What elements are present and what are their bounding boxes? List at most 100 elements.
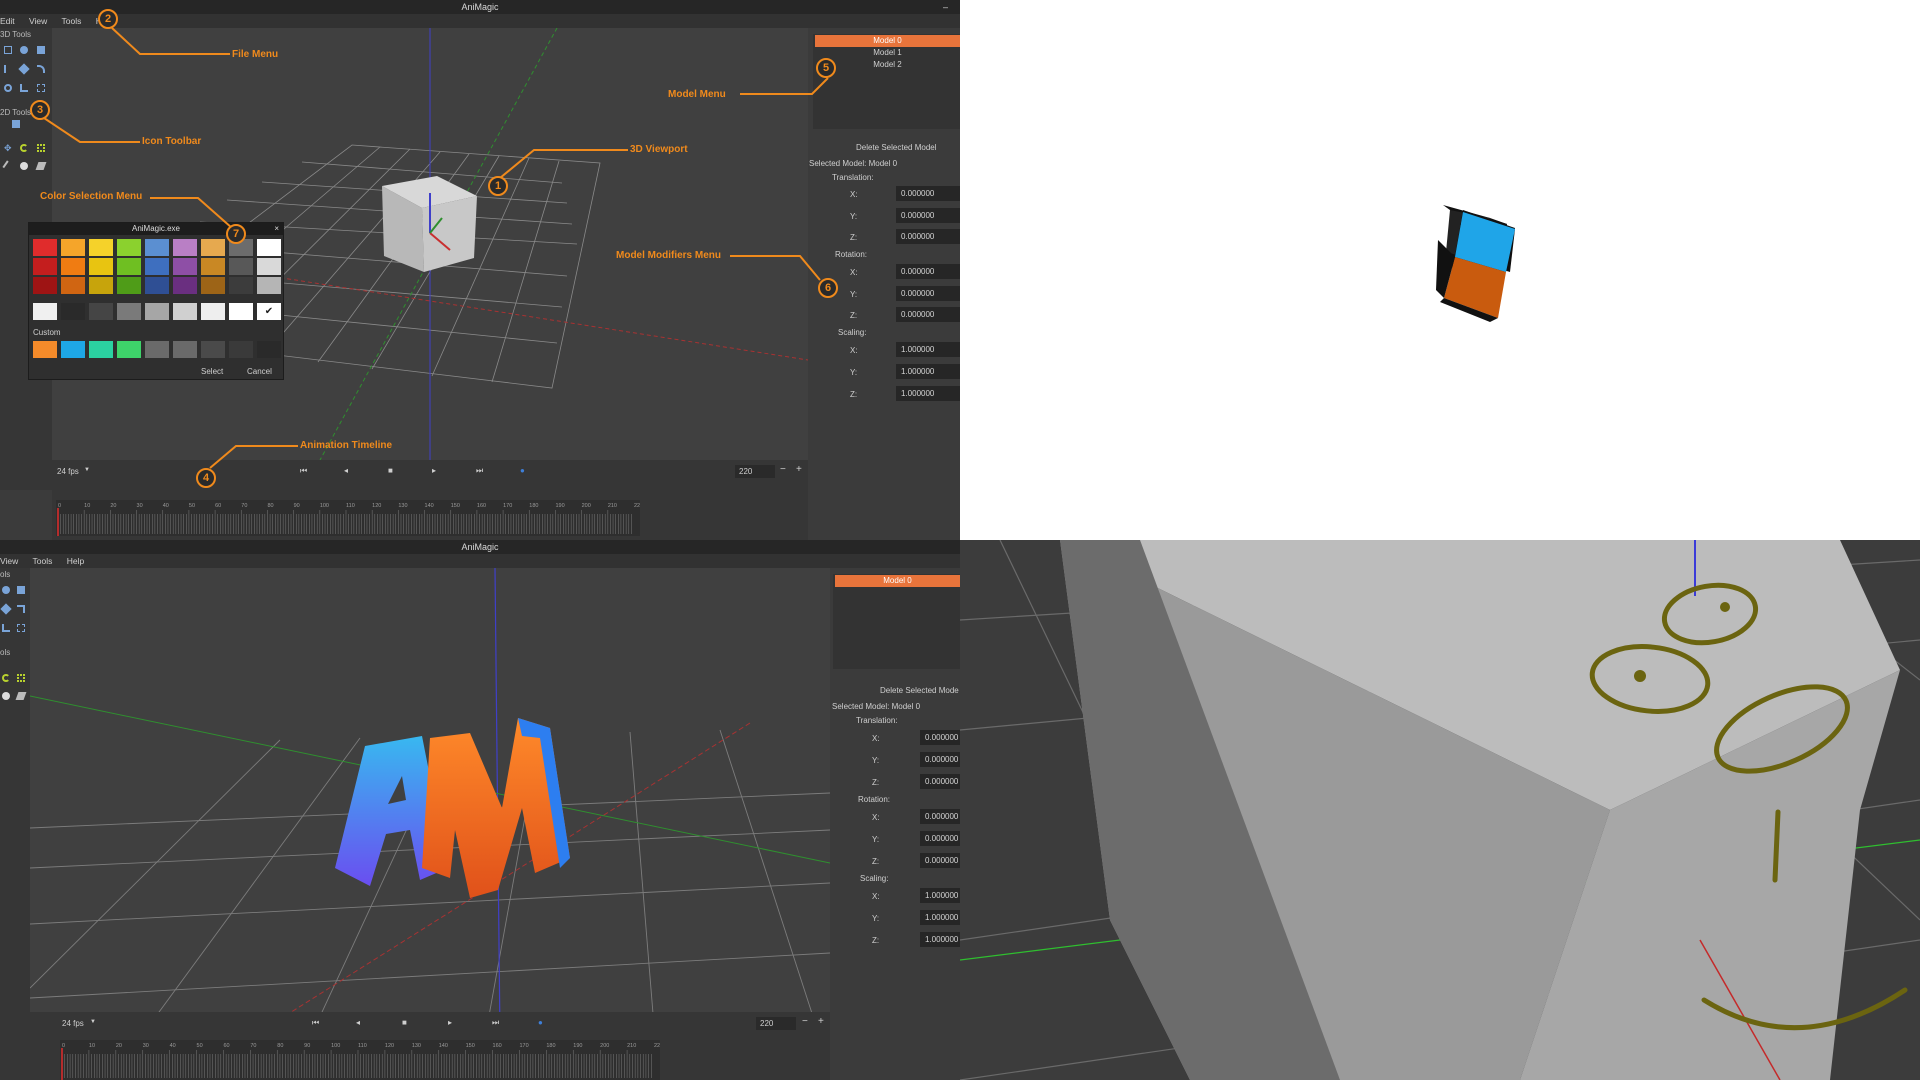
custom-swatch[interactable] <box>89 341 113 358</box>
color-swatch[interactable] <box>173 277 197 294</box>
menu-view[interactable]: View <box>29 16 47 26</box>
frame-minus-button-2[interactable]: − <box>802 1016 808 1027</box>
color-swatch[interactable] <box>89 258 113 275</box>
translation-z-field-2[interactable]: 0.000000 <box>920 774 960 789</box>
fps-chevron-icon-2[interactable]: ▼ <box>90 1019 96 1025</box>
eraser-icon[interactable] <box>35 162 47 170</box>
translation-x-field[interactable]: 0.000000 <box>896 186 960 201</box>
translation-x-field-2[interactable]: 0.000000 <box>920 730 960 745</box>
gray-swatch[interactable] <box>61 303 85 320</box>
minimize-button[interactable]: – <box>943 0 948 14</box>
first-frame-button[interactable]: ⏮ <box>300 466 307 476</box>
stop-button-2[interactable]: ■ <box>402 1018 407 1027</box>
color-swatch[interactable] <box>229 258 253 275</box>
scaling-z-field-2[interactable]: 1.000000 <box>920 932 960 947</box>
color-swatch[interactable] <box>201 277 225 294</box>
play-button-2[interactable]: ▸ <box>448 1018 452 1027</box>
color-swatch[interactable] <box>257 277 281 294</box>
custom-swatch[interactable] <box>33 341 57 358</box>
brush-icon[interactable] <box>12 120 20 128</box>
color-swatch[interactable] <box>61 277 85 294</box>
line-icon[interactable] <box>4 65 12 73</box>
zoom-icon[interactable] <box>4 84 12 92</box>
sphere-icon-2[interactable] <box>2 586 10 594</box>
translation-y-field[interactable]: 0.000000 <box>896 208 960 223</box>
color-swatch[interactable] <box>89 277 113 294</box>
color-swatch[interactable] <box>173 258 197 275</box>
color-swatch[interactable] <box>117 239 141 256</box>
grid-select-icon-2[interactable] <box>17 674 25 682</box>
prev-frame-button-2[interactable]: ◂ <box>356 1018 360 1027</box>
select-icon[interactable] <box>4 46 12 54</box>
sphere-icon[interactable] <box>20 46 28 54</box>
fps-dropdown-2[interactable]: 24 fps <box>62 1019 84 1028</box>
custom-swatch[interactable] <box>201 341 225 358</box>
frame-plus-button[interactable]: + <box>796 464 802 475</box>
frame-plus-button-2[interactable]: + <box>818 1016 824 1027</box>
custom-swatch[interactable] <box>145 341 169 358</box>
first-frame-button-2[interactable]: ⏮ <box>312 1018 319 1028</box>
color-swatch[interactable] <box>33 277 57 294</box>
gray-swatch[interactable] <box>33 303 57 320</box>
scaling-z-field[interactable]: 1.000000 <box>896 386 960 401</box>
color-swatch[interactable] <box>33 239 57 256</box>
rotation-z-field-2[interactable]: 0.000000 <box>920 853 960 868</box>
rotation-y-field[interactable]: 0.000000 <box>896 286 960 301</box>
fill-icon[interactable] <box>20 162 28 170</box>
eraser-icon-2[interactable] <box>15 692 27 700</box>
am-logo-model[interactable] <box>335 718 570 898</box>
model-item-1[interactable]: Model 1 <box>815 47 960 59</box>
fill-icon-2[interactable] <box>2 692 10 700</box>
scaling-y-field-2[interactable]: 1.000000 <box>920 910 960 925</box>
frame-icon[interactable] <box>37 84 45 92</box>
model-item-2[interactable]: Model 2 <box>815 59 960 71</box>
custom-swatch[interactable] <box>229 341 253 358</box>
selected-swatch-check[interactable]: ✔ <box>257 303 281 320</box>
prev-frame-button[interactable]: ◂ <box>344 466 348 475</box>
color-swatch[interactable] <box>145 277 169 294</box>
gray-swatch[interactable] <box>89 303 113 320</box>
color-swatch[interactable] <box>201 239 225 256</box>
frame-minus-button[interactable]: − <box>780 464 786 475</box>
model-item-0[interactable]: Model 0 <box>815 35 960 47</box>
rotation-x-field[interactable]: 0.000000 <box>896 264 960 279</box>
rotate-icon-2[interactable] <box>17 605 25 613</box>
custom-swatch[interactable] <box>173 341 197 358</box>
menu-edit[interactable]: Edit <box>0 16 15 26</box>
timeline-ruler[interactable]: 0 10 20 30 40 50 60 70 80 90 100 110 120 130 140 150 160… <box>56 500 643 536</box>
delete-model-button[interactable]: Delete Selected Model <box>856 143 937 152</box>
custom-swatch[interactable] <box>257 341 281 358</box>
translation-y-field-2[interactable]: 0.000000 <box>920 752 960 767</box>
diamond-icon[interactable] <box>18 63 30 75</box>
gray-swatch[interactable] <box>145 303 169 320</box>
color-swatch[interactable] <box>145 239 169 256</box>
menu-tools-2[interactable]: Tools <box>33 556 53 566</box>
cube-icon[interactable] <box>37 46 45 54</box>
menu-tools[interactable]: Tools <box>62 16 82 26</box>
color-swatch[interactable] <box>117 258 141 275</box>
last-frame-button-2[interactable]: ⏭ <box>492 1018 499 1028</box>
last-frame-button[interactable]: ⏭ <box>476 466 483 476</box>
gray-swatch[interactable] <box>229 303 253 320</box>
cube-icon-2[interactable] <box>17 586 25 594</box>
color-swatch[interactable] <box>201 258 225 275</box>
rotation-z-field[interactable]: 0.000000 <box>896 307 960 322</box>
move-icon[interactable]: ✥ <box>4 144 12 153</box>
model-item-0-2[interactable]: Model 0 <box>835 575 960 587</box>
color-swatch[interactable] <box>61 258 85 275</box>
3d-viewport-2[interactable] <box>29 567 831 1039</box>
undo-icon[interactable] <box>20 144 28 152</box>
rotation-x-field-2[interactable]: 0.000000 <box>920 809 960 824</box>
scaling-y-field[interactable]: 1.000000 <box>896 364 960 379</box>
fps-dropdown[interactable]: 24 fps <box>57 467 79 476</box>
color-swatch[interactable] <box>229 277 253 294</box>
scaling-x-field-2[interactable]: 1.000000 <box>920 888 960 903</box>
record-button[interactable]: ● <box>520 466 525 475</box>
play-button[interactable]: ▸ <box>432 466 436 475</box>
gray-swatch[interactable] <box>117 303 141 320</box>
cancel-button[interactable]: Cancel <box>247 367 272 376</box>
color-swatch[interactable] <box>257 239 281 256</box>
scaling-x-field[interactable]: 1.000000 <box>896 342 960 357</box>
menu-view-2[interactable]: View <box>0 556 18 566</box>
color-swatch[interactable] <box>61 239 85 256</box>
